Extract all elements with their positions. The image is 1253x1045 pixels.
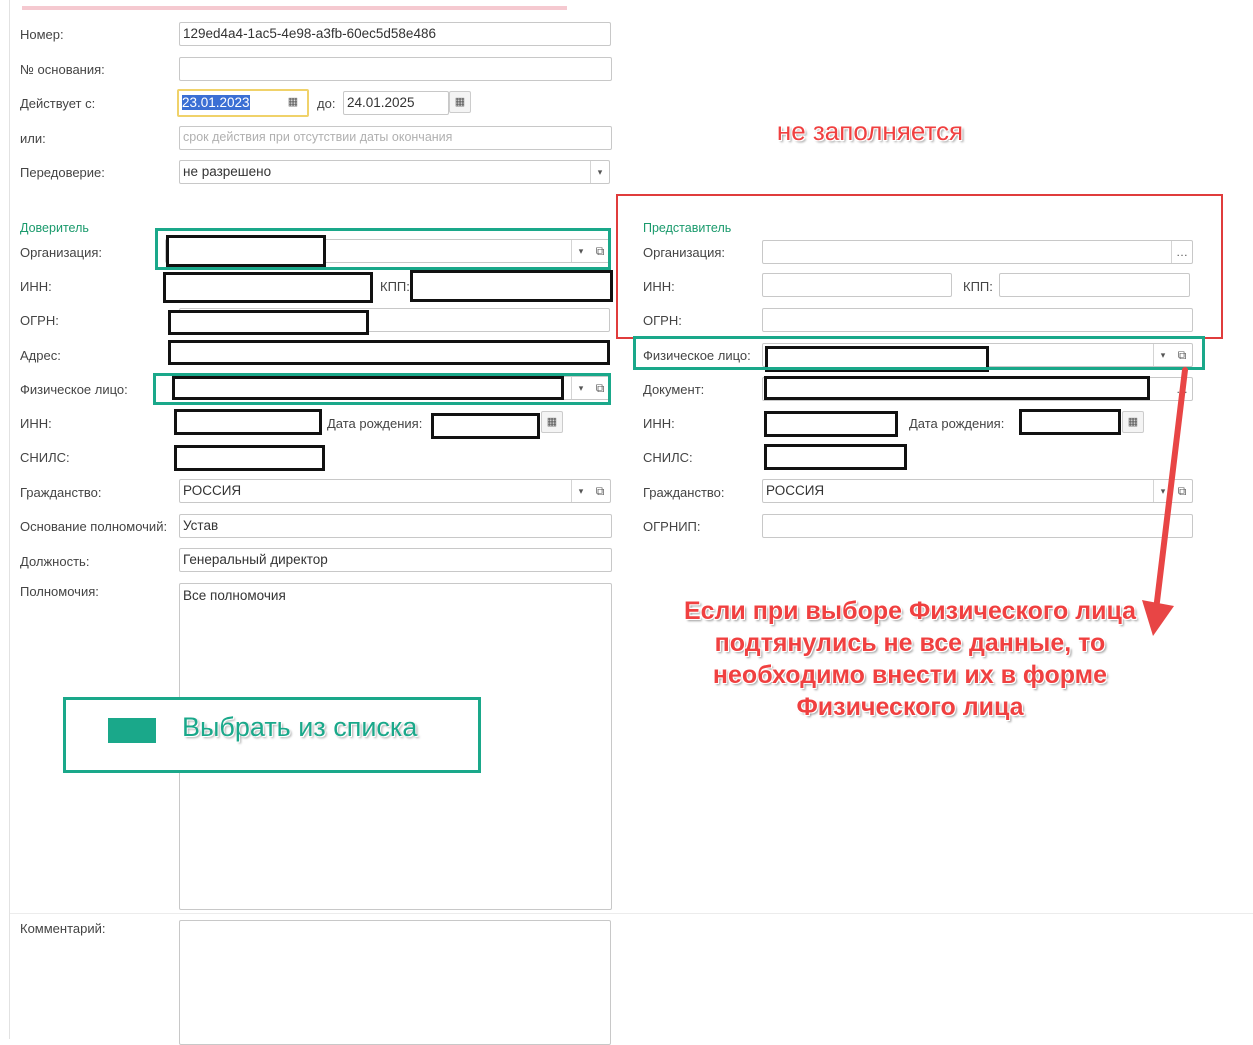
principal-citizenship-select[interactable]: РОССИЯ ▾ ⧉ <box>179 479 611 503</box>
number-label: Номер: <box>20 27 64 42</box>
redacted-block <box>764 444 907 470</box>
powers-label: Полномочия: <box>20 584 99 599</box>
principal-person-inn-label: ИНН: <box>20 416 52 431</box>
valid-to-label: до: <box>317 96 336 111</box>
principal-citizenship-label: Гражданство: <box>20 485 102 500</box>
position-label: Должность: <box>20 554 90 569</box>
not-filled-note: не заполняется <box>776 116 964 146</box>
redacted-block <box>168 310 369 335</box>
redacted-block <box>174 409 322 435</box>
basis-no-field[interactable] <box>179 57 612 81</box>
rep-birth-label: Дата рождения: <box>909 416 1005 431</box>
open-form-icon[interactable]: ⧉ <box>590 480 610 502</box>
rep-ogrnip-field[interactable] <box>762 514 1193 538</box>
duration-placeholder: срок действия при отсутствии даты оконча… <box>183 130 453 144</box>
redelegation-label: Передоверие: <box>20 165 105 180</box>
rep-citizenship-value: РОССИЯ <box>766 483 825 498</box>
redelegation-value: не разрешено <box>183 164 272 179</box>
principal-section-title: Доверитель <box>20 221 89 235</box>
comment-textarea[interactable] <box>179 920 611 1045</box>
authority-basis-field[interactable]: Устав <box>179 514 612 538</box>
redacted-block <box>163 272 373 303</box>
green-highlight-box <box>155 228 611 270</box>
redelegation-select[interactable]: не разрешено ▾ <box>179 160 610 184</box>
principal-inn-label: ИНН: <box>20 279 52 294</box>
arrow-icon <box>1142 367 1188 636</box>
valid-from-value: 23.01.2023 <box>182 95 250 110</box>
legend-box: Выбрать из списка <box>63 697 481 773</box>
red-highlight-box <box>616 194 1223 339</box>
principal-person-label: Физическое лицо: <box>20 382 128 397</box>
legend-text: Выбрать из списка <box>182 712 418 742</box>
rep-snils-label: СНИЛС: <box>643 450 693 465</box>
redacted-block <box>764 411 898 437</box>
calendar-icon[interactable]: ▦ <box>449 91 471 113</box>
green-highlight-box <box>633 336 1205 370</box>
rep-ogrnip-label: ОГРНИП: <box>643 519 701 534</box>
chevron-down-icon[interactable]: ▾ <box>571 480 590 502</box>
redacted-block <box>764 376 1150 400</box>
left-border <box>9 0 10 1039</box>
rep-citizenship-select[interactable]: РОССИЯ ▾ ⧉ <box>762 479 1193 503</box>
principal-org-label: Организация: <box>20 245 103 260</box>
number-value: 129ed4a4-1ac5-4e98-a3fb-60ec5d58e486 <box>183 26 436 41</box>
separator-line <box>10 913 1253 914</box>
redacted-block <box>431 413 540 439</box>
calendar-icon[interactable]: ▦ <box>541 411 563 433</box>
principal-citizenship-value: РОССИЯ <box>183 483 242 498</box>
legend-swatch <box>108 718 156 743</box>
redacted-block <box>168 340 610 365</box>
or-label: или: <box>20 131 46 146</box>
principal-snils-label: СНИЛС: <box>20 450 70 465</box>
comment-label: Комментарий: <box>20 921 106 936</box>
redacted-block <box>1019 409 1121 435</box>
duration-field[interactable]: срок действия при отсутствии даты оконча… <box>179 126 612 150</box>
rep-person-inn-label: ИНН: <box>643 416 675 431</box>
valid-to-value: 24.01.2025 <box>347 95 415 110</box>
redacted-block <box>410 270 613 302</box>
authority-basis-label: Основание полномочий: <box>20 519 168 534</box>
powers-value: Все полномочия <box>183 588 286 603</box>
principal-address-label: Адрес: <box>20 348 61 363</box>
rep-document-label: Документ: <box>643 382 705 397</box>
position-field[interactable]: Генеральный директор <box>179 548 612 572</box>
hint-note: Если при выборе Физического лица подтяну… <box>683 597 1137 721</box>
authority-basis-value: Устав <box>183 518 219 533</box>
calendar-icon[interactable]: ▦ <box>282 92 304 114</box>
basis-no-label: № основания: <box>20 62 105 77</box>
valid-from-label: Действует с: <box>20 96 96 111</box>
valid-from-field[interactable]: 23.01.2023 ▦ <box>177 89 309 117</box>
principal-birth-label: Дата рождения: <box>327 416 423 431</box>
redacted-block <box>174 445 325 471</box>
number-field[interactable]: 129ed4a4-1ac5-4e98-a3fb-60ec5d58e486 <box>179 22 611 46</box>
green-highlight-box <box>153 373 611 405</box>
position-value: Генеральный директор <box>183 552 328 567</box>
top-accent-line <box>22 6 567 10</box>
rep-citizenship-label: Гражданство: <box>643 485 725 500</box>
chevron-down-icon[interactable]: ▾ <box>590 161 609 183</box>
valid-to-field[interactable]: 24.01.2025 <box>343 91 449 115</box>
principal-ogrn-label: ОГРН: <box>20 313 59 328</box>
principal-kpp-label: КПП: <box>380 279 410 294</box>
